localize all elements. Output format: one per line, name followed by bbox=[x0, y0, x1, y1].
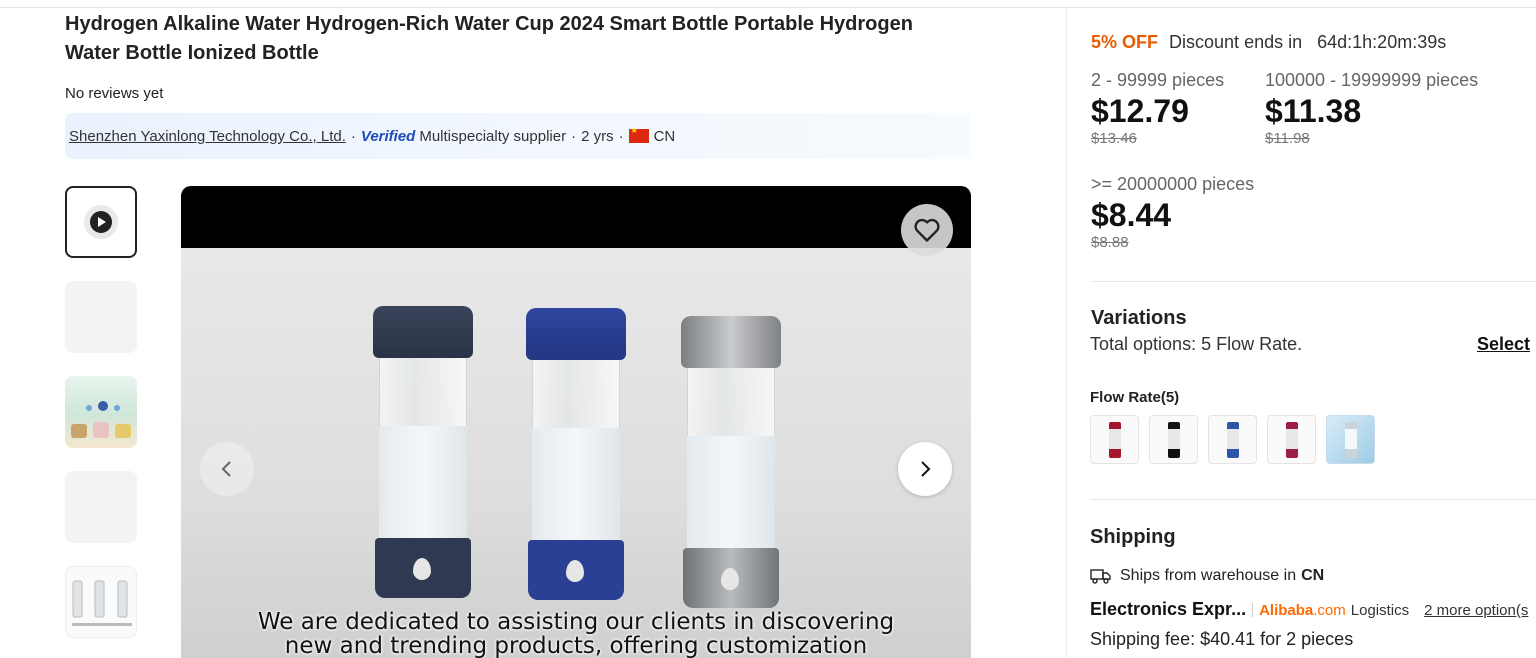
reviews-status: No reviews yet bbox=[65, 85, 164, 102]
swatch-option[interactable] bbox=[1267, 415, 1316, 464]
thumbnail-image[interactable] bbox=[65, 281, 137, 353]
media-viewer[interactable]: We are dedicated to assisting our client… bbox=[181, 186, 971, 658]
thumbnail-video[interactable] bbox=[65, 186, 137, 258]
swatch-option[interactable] bbox=[1090, 415, 1139, 464]
section-divider bbox=[1090, 499, 1536, 500]
supplier-bar: Shenzhen Yaxinlong Technology Co., Ltd. … bbox=[65, 113, 971, 159]
swatch-option[interactable] bbox=[1149, 415, 1198, 464]
separator bbox=[1252, 602, 1254, 617]
chevron-right-icon bbox=[921, 461, 931, 477]
swatch-option[interactable] bbox=[1326, 415, 1375, 464]
next-media-button[interactable] bbox=[898, 442, 952, 496]
top-border bbox=[0, 0, 1536, 8]
logistics-label: Logistics bbox=[1350, 602, 1410, 619]
section-divider bbox=[1091, 281, 1536, 282]
tier-original-price: $8.88 bbox=[1091, 234, 1129, 251]
truck-icon bbox=[1090, 569, 1111, 584]
thumbnail-image[interactable] bbox=[65, 566, 137, 638]
supplier-years: 2 yrs bbox=[581, 127, 614, 145]
select-variations-link[interactable]: Select bbox=[1477, 334, 1530, 355]
tier-quantity: 100000 - 19999999 pieces bbox=[1265, 70, 1479, 90]
favorite-button[interactable] bbox=[901, 204, 953, 256]
purchase-panel: 5% OFF Discount ends in 64d:1h:20m:39s 2… bbox=[1066, 8, 1536, 658]
discount-text: Discount ends in bbox=[1169, 32, 1303, 52]
shipping-method-row: Electronics Expr... Alibaba.com Logistic… bbox=[1090, 599, 1528, 620]
supplier-name-link[interactable]: Shenzhen Yaxinlong Technology Co., Ltd. bbox=[69, 128, 346, 145]
tier-original-price: $13.46 bbox=[1091, 130, 1137, 147]
separator-dot: · bbox=[571, 127, 577, 145]
play-icon bbox=[84, 205, 118, 239]
tier-original-price: $11.98 bbox=[1265, 130, 1310, 147]
shipping-method-name: Electronics Expr... bbox=[1090, 599, 1247, 619]
shipping-fee: Shipping fee: $40.41 for 2 pieces bbox=[1090, 629, 1354, 649]
tier-quantity: >= 20000000 pieces bbox=[1091, 174, 1255, 194]
variations-title: Variations bbox=[1091, 307, 1187, 329]
price-tier: 2 - 99999 pieces $12.79 $13.46 bbox=[1091, 70, 1224, 147]
tier-price: $12.79 bbox=[1091, 93, 1189, 129]
more-shipping-options-link[interactable]: 2 more option(s bbox=[1424, 602, 1528, 619]
previous-media-button[interactable] bbox=[200, 442, 254, 496]
discount-banner: 5% OFF Discount ends in 64d:1h:20m:39s bbox=[1091, 32, 1446, 53]
video-caption-line-2: new and trending products, offering cust… bbox=[284, 633, 868, 658]
flow-rate-swatches bbox=[1090, 415, 1375, 464]
product-video-frame: We are dedicated to assisting our client… bbox=[181, 248, 971, 658]
flow-rate-label: Flow Rate(5) bbox=[1090, 389, 1180, 406]
swatch-option[interactable] bbox=[1208, 415, 1257, 464]
chevron-left-icon bbox=[221, 461, 231, 477]
total-options: Total options: 5 Flow Rate. bbox=[1090, 334, 1303, 354]
ships-from-country: CN bbox=[1301, 567, 1325, 584]
shipping-title: Shipping bbox=[1090, 526, 1176, 548]
thumbnail-image[interactable] bbox=[65, 471, 137, 543]
product-title: Hydrogen Alkaline Water Hydrogen-Rich Wa… bbox=[65, 13, 913, 64]
alibaba-logistics-logo: Alibaba.com bbox=[1259, 602, 1346, 619]
discount-label: 5% OFF bbox=[1091, 32, 1159, 52]
supplier-country: CN bbox=[653, 127, 676, 145]
separator-dot: · bbox=[350, 127, 356, 145]
tier-price: $8.44 bbox=[1091, 197, 1172, 233]
ships-from-line: Ships from warehouse in CN bbox=[1090, 567, 1324, 585]
discount-countdown: 64d:1h:20m:39s bbox=[1317, 32, 1447, 52]
separator-dot: · bbox=[618, 127, 624, 145]
supplier-type: Multispecialty supplier bbox=[419, 127, 567, 145]
video-caption-line-1: We are dedicated to assisting our client… bbox=[257, 609, 895, 635]
price-tier: 100000 - 19999999 pieces $11.38 $11.98 bbox=[1265, 70, 1478, 147]
verified-badge[interactable]: Verified bbox=[361, 128, 415, 145]
heart-icon bbox=[914, 218, 940, 242]
tier-quantity: 2 - 99999 pieces bbox=[1091, 70, 1225, 90]
product-infographic-thumbnail bbox=[71, 401, 131, 438]
tier-price: $11.38 bbox=[1265, 93, 1362, 129]
thumbnail-image[interactable] bbox=[65, 376, 137, 448]
product-lineup-thumbnail bbox=[72, 580, 132, 626]
price-tier: >= 20000000 pieces $8.44 $8.88 bbox=[1091, 174, 1254, 251]
ships-from-text: Ships from warehouse in bbox=[1120, 567, 1297, 584]
china-flag-icon bbox=[628, 126, 649, 143]
